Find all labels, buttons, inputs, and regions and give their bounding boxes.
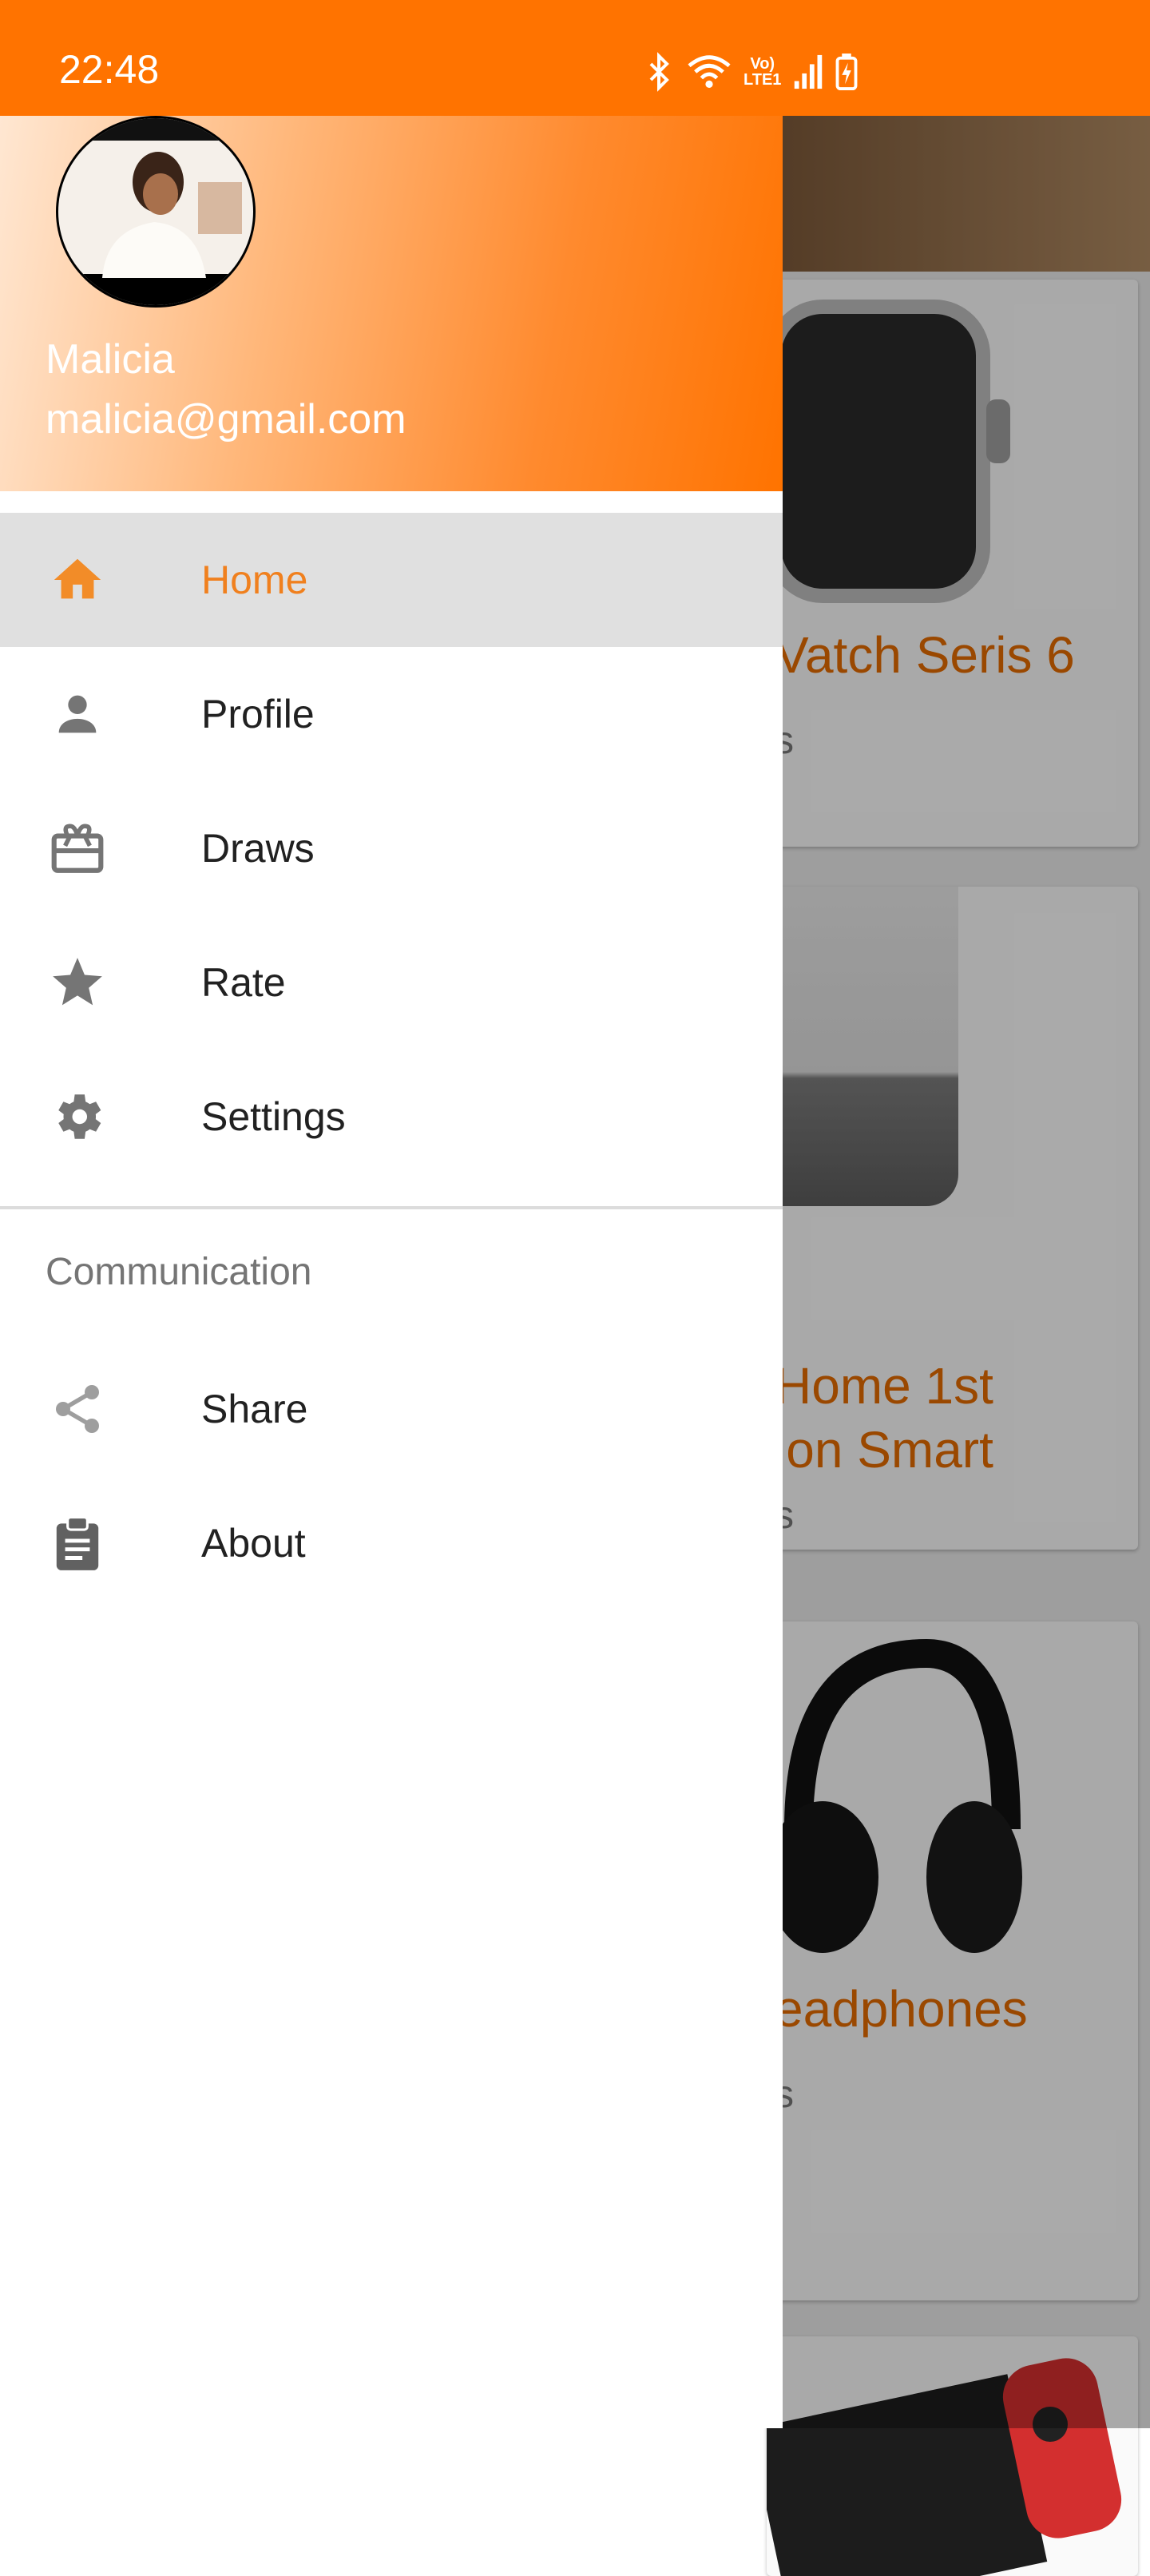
navigation-drawer: Malicia malicia@gmail.com Home Profile D…: [0, 116, 783, 2428]
divider: [0, 1206, 783, 1209]
avatar-photo: [58, 118, 253, 305]
battery-charging-icon: [835, 54, 858, 90]
clipboard-icon: [46, 1511, 109, 1575]
home-icon: [46, 548, 109, 612]
user-email: malicia@gmail.com: [46, 396, 406, 443]
wifi-icon: [686, 52, 732, 92]
status-icons: Vo) LTE1: [643, 50, 858, 94]
lte-label-bottom: LTE1: [744, 71, 782, 89]
nav-label: Rate: [201, 960, 286, 1005]
gift-card-icon: [46, 816, 109, 880]
nav-item-draws[interactable]: Draws: [0, 781, 783, 915]
nav-label: Draws: [201, 826, 315, 871]
nav-item-home[interactable]: Home: [0, 513, 783, 647]
drawer-header: Malicia malicia@gmail.com: [0, 116, 783, 491]
lte-icon: Vo) LTE1: [744, 56, 781, 88]
nav-label: About: [201, 1521, 306, 1566]
nav-item-share[interactable]: Share: [0, 1342, 783, 1476]
avatar[interactable]: [56, 116, 256, 308]
share-icon: [46, 1377, 109, 1441]
nav-label: Home: [201, 558, 308, 602]
nav-label: Settings: [201, 1094, 346, 1139]
nav-label: Profile: [201, 692, 315, 736]
nav-item-profile[interactable]: Profile: [0, 647, 783, 781]
section-header-communication: Communication: [46, 1251, 312, 1293]
gear-icon: [46, 1085, 109, 1149]
status-bar: 22:48 Vo) LTE1: [0, 0, 1150, 116]
lte-label-top: Vo): [750, 55, 775, 73]
nav-label: Share: [201, 1387, 308, 1431]
bluetooth-icon: [643, 52, 675, 92]
person-icon: [46, 682, 109, 746]
nav-item-about[interactable]: About: [0, 1476, 783, 1610]
nav-item-settings[interactable]: Settings: [0, 1050, 783, 1184]
status-time: 22:48: [59, 47, 160, 92]
star-icon: [46, 951, 109, 1014]
signal-icon: [792, 54, 824, 90]
nav-item-rate[interactable]: Rate: [0, 915, 783, 1050]
user-name: Malicia: [46, 336, 175, 383]
